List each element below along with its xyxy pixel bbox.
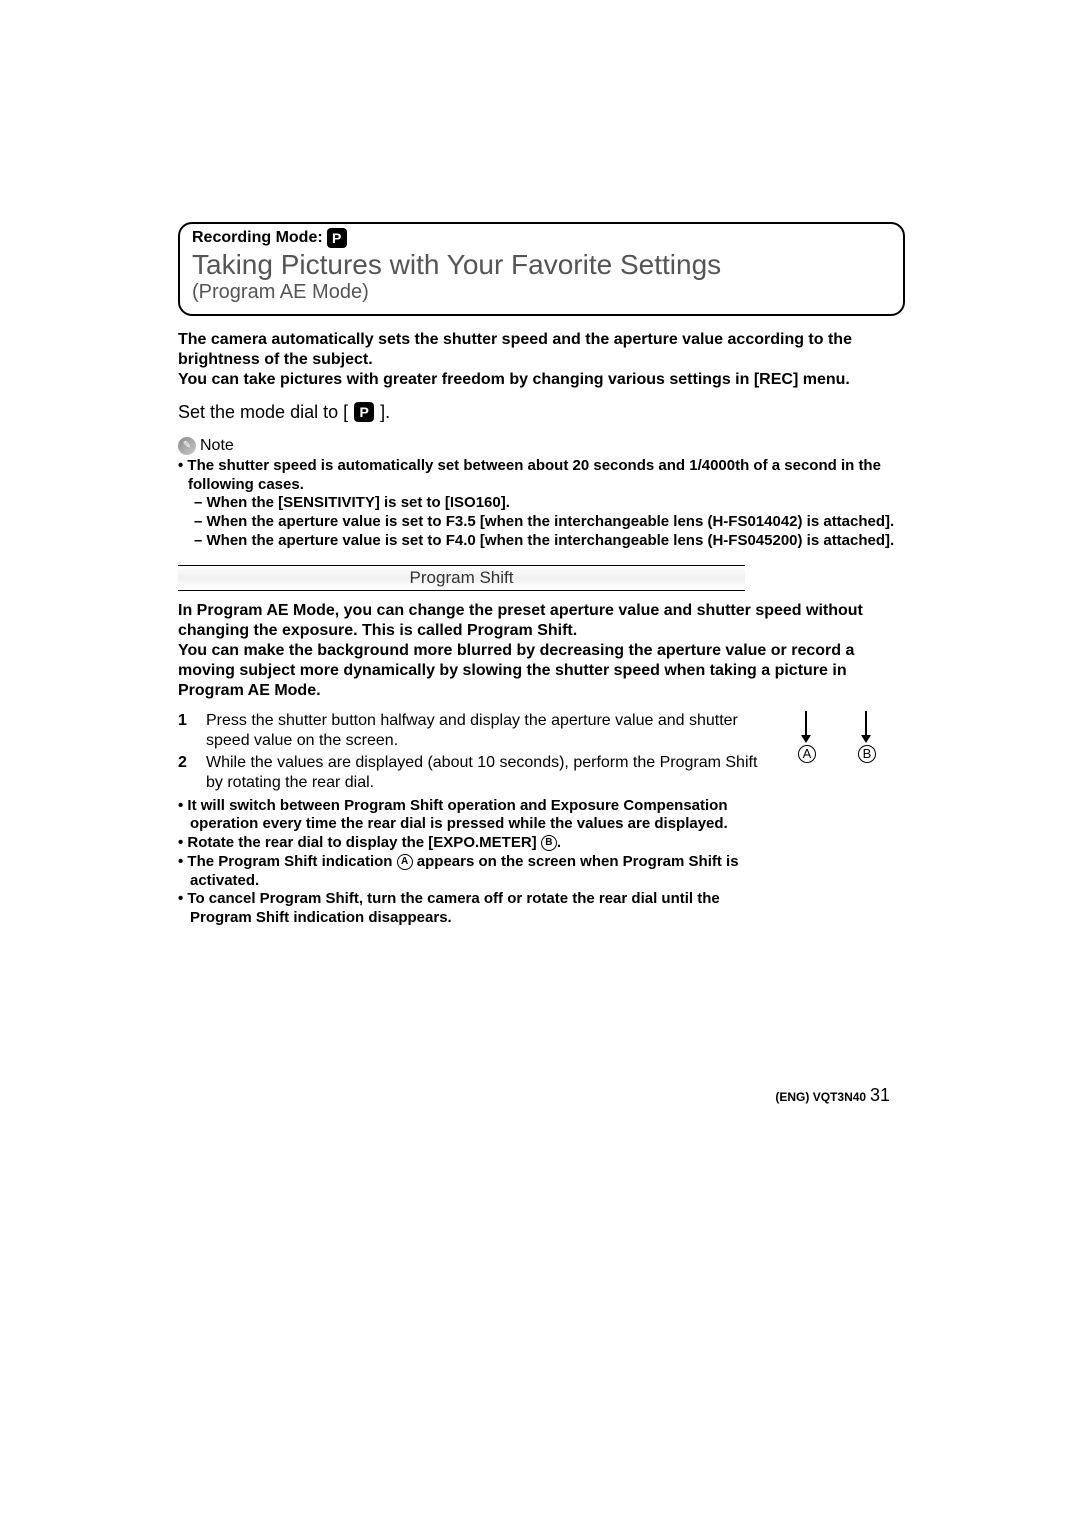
diagram: A B [785, 711, 905, 928]
program-shift-intro: In Program AE Mode, you can change the p… [178, 601, 905, 701]
note-heading: ✎ Note [178, 437, 905, 455]
page-number: 31 [870, 1085, 890, 1105]
recording-mode-label: Recording Mode: [192, 229, 323, 247]
set-dial-line: Set the mode dial to [ P ]. [178, 402, 905, 423]
circle-b-inline: B [541, 835, 557, 851]
follow-2: • Rotate the rear dial to display the [E… [178, 834, 765, 853]
label-b: B [858, 745, 876, 763]
intro-line-2: You can take pictures with greater freed… [178, 371, 850, 388]
step-2-text: While the values are displayed (about 10… [206, 753, 765, 793]
pointer-a [805, 711, 807, 741]
title-box: Recording Mode: P Taking Pictures with Y… [178, 222, 905, 316]
note-sub-1: – When the [SENSITIVITY] is set to [ISO1… [178, 494, 905, 513]
intro-text: The camera automatically sets the shutte… [178, 330, 905, 390]
pencil-icon: ✎ [178, 437, 196, 455]
note-sub-3: – When the aperture value is set to F4.0… [178, 532, 905, 551]
follow-1: • It will switch between Program Shift o… [178, 797, 765, 835]
note-bullet-1: • The shutter speed is automatically set… [178, 457, 905, 495]
step-2: 2 While the values are displayed (about … [178, 753, 765, 793]
set-dial-close: ]. [380, 402, 390, 423]
set-dial-text: Set the mode dial to [ [178, 402, 348, 423]
note-label: Note [200, 437, 234, 455]
steps-column: 1 Press the shutter button halfway and d… [178, 711, 765, 928]
note-list: • The shutter speed is automatically set… [178, 457, 905, 551]
ps-intro-1: In Program AE Mode, you can change the p… [178, 602, 863, 639]
circle-a-inline: A [397, 854, 413, 870]
program-shift-heading: Program Shift [178, 565, 745, 591]
follow-2-pre: • Rotate the rear dial to display the [E… [178, 834, 541, 851]
intro-line-1: The camera automatically sets the shutte… [178, 331, 852, 368]
note-sub-2: – When the aperture value is set to F3.5… [178, 513, 905, 532]
follow-3-pre: • The Program Shift indication [178, 853, 397, 870]
page-subtitle: (Program AE Mode) [192, 281, 891, 304]
follow-4: • To cancel Program Shift, turn the came… [178, 890, 765, 928]
footer-code: (ENG) VQT3N40 [775, 1090, 866, 1104]
step-1-number: 1 [178, 711, 192, 751]
follow-3: • The Program Shift indication A appears… [178, 853, 765, 891]
label-a: A [798, 745, 816, 763]
follow-notes: • It will switch between Program Shift o… [178, 797, 765, 928]
ps-intro-2: You can make the background more blurred… [178, 642, 854, 699]
pointer-b [865, 711, 867, 741]
footer: (ENG) VQT3N40 31 [775, 1085, 890, 1106]
page-title: Taking Pictures with Your Favorite Setti… [192, 250, 891, 281]
step-1: 1 Press the shutter button halfway and d… [178, 711, 765, 751]
step-2-number: 2 [178, 753, 192, 793]
steps-area: 1 Press the shutter button halfway and d… [178, 711, 905, 928]
mode-p-icon: P [327, 228, 347, 248]
step-1-text: Press the shutter button halfway and dis… [206, 711, 765, 751]
recording-mode-line: Recording Mode: P [192, 228, 891, 248]
dial-p-icon: P [354, 402, 374, 422]
follow-2-post: . [557, 834, 561, 851]
